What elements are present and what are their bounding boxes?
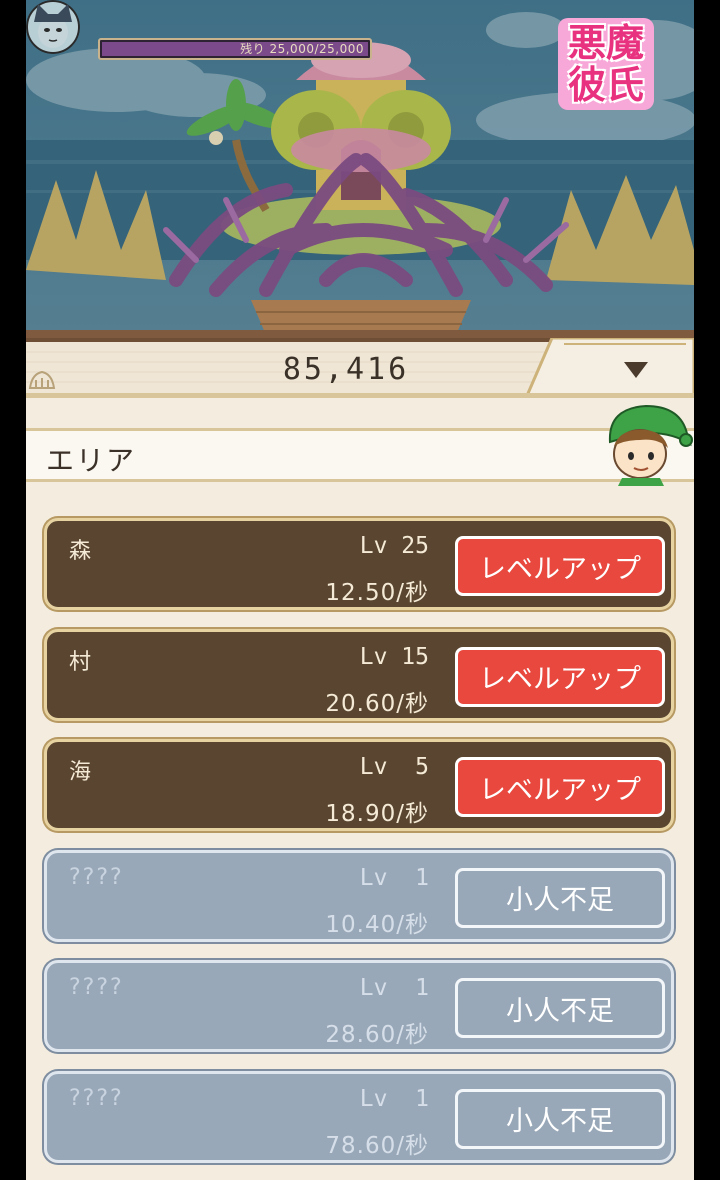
area-level: Lv 1 [359, 1085, 429, 1112]
game-scene[interactable]: 残り 25,000/25,000 悪魔 彼氏 [26, 0, 694, 345]
collapse-scene-button[interactable] [566, 344, 694, 394]
area-row: 海 Lv 5 18.90/秒 レベルアップ [44, 739, 674, 831]
area-rate: 20.60/秒 [325, 690, 429, 717]
area-rate: 12.50/秒 [325, 580, 429, 606]
area-name: ???? [69, 864, 124, 890]
area-name: 海 [69, 760, 92, 785]
logo-line-2: 彼氏 [567, 62, 644, 107]
area-row: 森 Lv 25 12.50/秒 レベルアップ [44, 518, 674, 610]
level-up-button[interactable]: レベルアップ [455, 536, 665, 596]
boss-hp-text: 残り 25,000/25,000 [240, 42, 364, 56]
area-level: Lv 1 [359, 975, 429, 1001]
guide-character [608, 404, 693, 486]
area-panel-header: エリア [26, 428, 694, 482]
panel-title: エリア [46, 444, 137, 477]
level-up-button[interactable]: レベルアップ [455, 757, 665, 817]
area-rate: 78.60/秒 [325, 1132, 429, 1159]
area-name: 村 [69, 649, 92, 675]
boss-hp-bar: 残り 25,000/25,000 [98, 38, 372, 60]
boss-avatar [26, 0, 80, 54]
coin-icon [28, 370, 56, 389]
insufficient-dwarves-button[interactable]: 小人不足 [455, 1088, 665, 1149]
area-level: Lv 1 [359, 864, 429, 891]
area-level: Lv 15 [359, 643, 429, 670]
level-up-button[interactable]: レベルアップ [455, 646, 665, 707]
logo-line-1: 悪魔 [567, 20, 644, 65]
area-name: 森 [69, 539, 92, 564]
game-screen: 残り 25,000/25,000 悪魔 彼氏 85,416 エリア 森 Lv 2… [26, 0, 694, 1180]
area-rate: 28.60/秒 [325, 1022, 429, 1048]
area-row: 村 Lv 15 20.60/秒 レベルアップ [44, 628, 674, 721]
game-logo: 悪魔 彼氏 [558, 18, 654, 110]
area-level: Lv 25 [359, 533, 429, 559]
currency-value: 85,416 [282, 352, 410, 387]
area-name: ???? [69, 975, 124, 1000]
insufficient-dwarves-button[interactable]: 小人不足 [455, 867, 665, 928]
area-row: ???? Lv 1 28.60/秒 小人不足 [44, 960, 674, 1052]
currency-bar: 85,416 [26, 338, 694, 398]
area-row: ???? Lv 1 10.40/秒 小人不足 [44, 849, 674, 942]
insufficient-dwarves-button[interactable]: 小人不足 [455, 978, 665, 1038]
area-rate: 10.40/秒 [325, 911, 429, 938]
area-row: ???? Lv 1 78.60/秒 小人不足 [44, 1070, 674, 1163]
area-level: Lv 5 [359, 754, 429, 780]
area-name: ???? [69, 1085, 124, 1111]
triangle-down-icon [624, 362, 648, 378]
area-rate: 18.90/秒 [325, 801, 429, 827]
